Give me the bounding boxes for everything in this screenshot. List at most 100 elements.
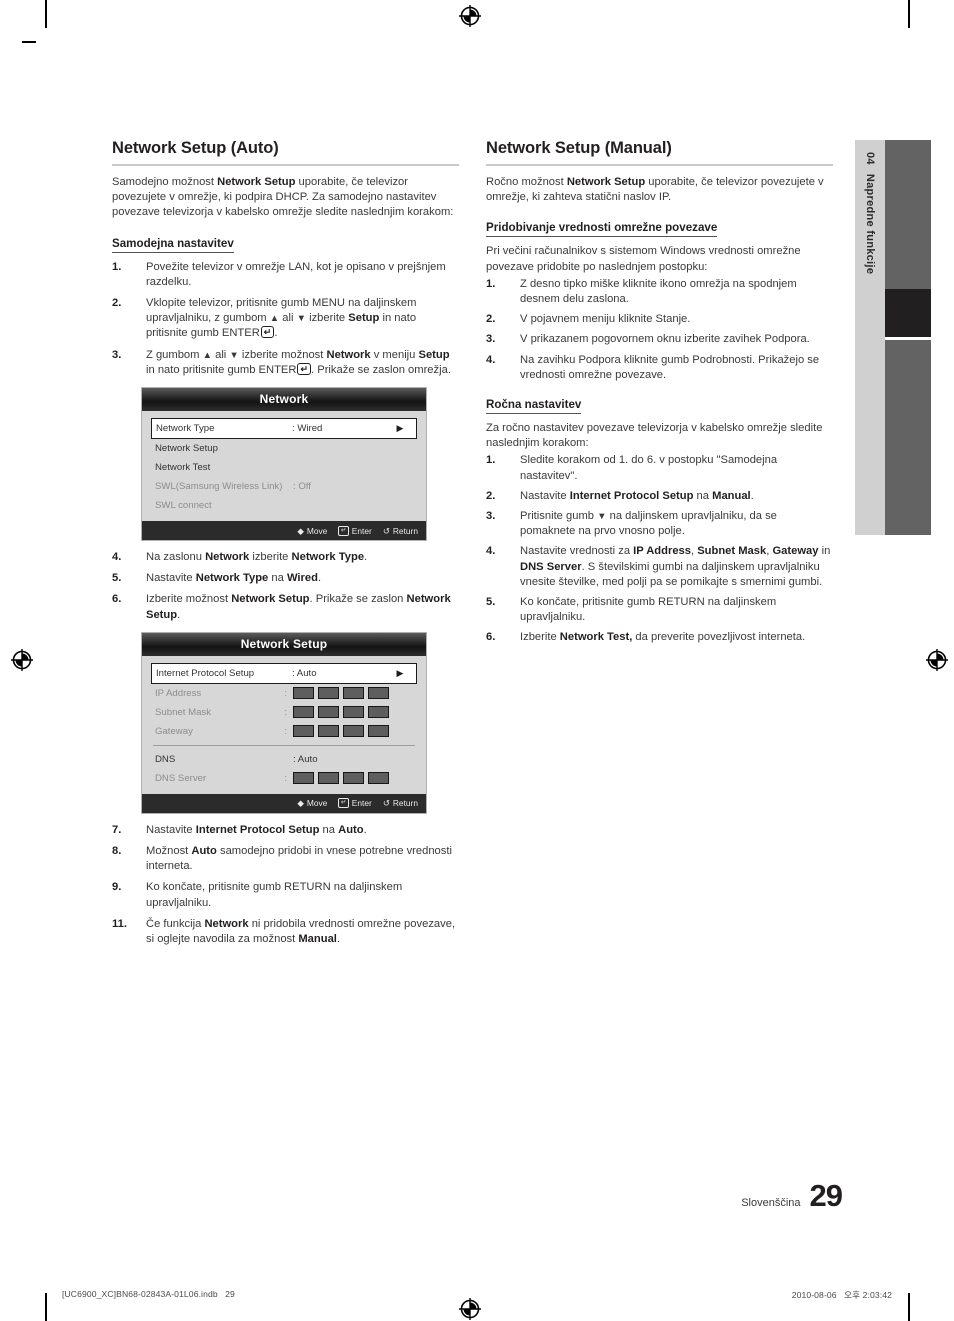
page-footer: Slovenščina 29: [741, 1178, 843, 1214]
osd-octet-box[interactable]: [368, 687, 389, 700]
step-text: Izberite Network Test, da preverite pove…: [520, 631, 806, 644]
step-item: 5. Ko končate, pritisnite gumb RETURN na …: [486, 595, 833, 625]
step-item: 9. Ko končate, pritisnite gumb RETURN na …: [112, 880, 459, 910]
osd-row-label: Internet Protocol Setup: [156, 667, 255, 679]
osd-row[interactable]: Subnet Mask: ▶: [151, 703, 417, 722]
osd-caret-icon: ▶: [396, 423, 404, 434]
move-arrows-icon: ◆: [297, 525, 304, 536]
right-subheading-1-wrap: Pridobivanje vrednosti omrežne povezave: [486, 218, 833, 239]
osd-octet-group[interactable]: :: [284, 725, 389, 738]
chapter-number: 04: [864, 152, 876, 165]
chapter-bar-segment-bottom: [885, 340, 931, 535]
step-text: Ko končate, pritisnite gumb RETURN na da…: [146, 881, 403, 909]
left-section-title: Network Setup (Auto): [112, 139, 279, 157]
osd-colon: :: [284, 725, 287, 737]
osd-octet-box[interactable]: [368, 772, 389, 785]
osd-row-label: Network Type: [156, 423, 215, 435]
step-item: 4. Nastavite vrednosti za IP Address, Sub…: [486, 544, 833, 590]
left-steps-4-6: 4. Na zaslonu Network izberite Network Ty…: [112, 550, 459, 623]
step-item: 5. Nastavite Network Type na Wired.: [112, 571, 459, 586]
osd-row[interactable]: Network Type: Wired ▶: [151, 418, 417, 440]
step-number: 9.: [112, 881, 122, 894]
osd-octet-box[interactable]: [293, 706, 314, 719]
osd-caret-icon: ▶: [389, 443, 413, 454]
osd-row[interactable]: Internet Protocol Setup: Auto ▶: [151, 662, 417, 684]
osd-row[interactable]: Network Setup ▶: [151, 439, 417, 458]
right-subheading-2-wrap: Ročna nastavitev: [486, 395, 833, 416]
chapter-tab: 04 Napredne funkcije: [855, 140, 885, 535]
osd-separator: [153, 744, 415, 746]
crop-mark-top-right-vertical: [908, 0, 910, 28]
step-number: 3.: [486, 333, 496, 346]
osd-caret-icon: ▶: [389, 726, 413, 737]
chapter-bar-segment-active: [885, 289, 931, 337]
osd-row-label: Network Setup: [155, 443, 218, 455]
osd-octet-box[interactable]: [318, 725, 339, 738]
registration-mark-bottom: [459, 1298, 481, 1320]
osd-row-value: : Off: [293, 481, 311, 493]
osd-octet-box[interactable]: [368, 725, 389, 738]
osd-octet-box[interactable]: [318, 687, 339, 700]
osd-row[interactable]: SWL(Samsung Wireless Link): Off ▶: [151, 477, 417, 496]
step-number: 2.: [112, 297, 122, 310]
osd-row-label: DNS Server: [155, 772, 207, 784]
osd-octet-box[interactable]: [368, 706, 389, 719]
step-item: 6. Izberite možnost Network Setup. Prikaž…: [112, 592, 459, 622]
step-item: 4. Na zavihku Podpora kliknite gumb Podro…: [486, 353, 833, 383]
osd-network-setup-rows: Internet Protocol Setup: Auto ▶ IP Address…: [142, 656, 426, 794]
osd-row[interactable]: DNS: Auto ▶: [151, 750, 417, 769]
osd-octet-box[interactable]: [318, 706, 339, 719]
right-steps-a: 1. Z desno tipko miške kliknite ikono omr…: [486, 277, 833, 383]
osd-octet-box[interactable]: [343, 706, 364, 719]
osd-octet-group[interactable]: :: [284, 772, 389, 785]
osd-octet-box[interactable]: [343, 725, 364, 738]
step-number: 1.: [112, 260, 122, 273]
step-item: 8. Možnost Auto samodejno pridobi in vnes…: [112, 844, 459, 874]
step-text: Če funkcija Network ni pridobila vrednos…: [146, 917, 456, 946]
step-text: Vklopite televizor, pritisnite gumb MENU…: [146, 297, 417, 340]
step-number: 3.: [112, 348, 122, 361]
right-intro-paragraph: Ročno možnost Network Setup uporabite, č…: [486, 176, 824, 204]
osd-row[interactable]: SWL connect ▶: [151, 496, 417, 515]
osd-octet-box[interactable]: [318, 772, 339, 785]
osd-colon: :: [284, 687, 287, 699]
osd-octet-box[interactable]: [293, 687, 314, 700]
step-item: 4. Na zaslonu Network izberite Network Ty…: [112, 550, 459, 565]
osd-row[interactable]: IP Address: ▶: [151, 684, 417, 703]
osd-network-setup-menu: Network Setup Internet Protocol Setup: A…: [141, 631, 427, 814]
step-number: 6.: [112, 593, 122, 606]
osd-return-hint: ↺ Return: [382, 798, 418, 809]
print-footer-timestamp: 2010-08-06 오후 2:03:42: [791, 1290, 892, 1300]
osd-caret-icon: ▶: [389, 500, 413, 511]
step-number: 3.: [486, 510, 496, 523]
step-number: 7.: [112, 823, 122, 836]
step-number: 2.: [486, 313, 496, 326]
crop-mark-bottom-left-vertical: [45, 1293, 47, 1321]
return-arrow-icon: ↺: [382, 525, 390, 536]
step-text: V prikazanem pogovornem oknu izberite za…: [520, 333, 810, 346]
osd-move-hint: ◆ Move: [297, 525, 328, 536]
step-number: 1.: [486, 277, 496, 290]
osd-caret-icon: ▶: [389, 707, 413, 718]
step-number: 4.: [486, 353, 496, 366]
crop-mark-top-left-horizontal: [22, 41, 36, 43]
osd-octet-box[interactable]: [343, 687, 364, 700]
osd-row-label: SWL(Samsung Wireless Link): [155, 481, 283, 493]
step-text: Nastavite vrednosti za IP Address, Subne…: [520, 545, 831, 588]
osd-row[interactable]: Network Test ▶: [151, 458, 417, 477]
osd-row-value: : Auto: [293, 753, 318, 765]
osd-row-label: Gateway: [155, 725, 193, 737]
step-item: 2. Vklopite televizor, pritisnite gumb ME…: [112, 296, 459, 342]
osd-octet-box[interactable]: [293, 772, 314, 785]
osd-octet-box[interactable]: [343, 772, 364, 785]
step-text: Možnost Auto samodejno pridobi in vnese …: [146, 845, 452, 873]
move-arrows-icon: ◆: [297, 798, 304, 809]
osd-octet-group[interactable]: :: [284, 687, 389, 700]
step-item: 3. V prikazanem pogovornem oknu izberite …: [486, 332, 833, 347]
osd-octet-box[interactable]: [293, 725, 314, 738]
osd-row[interactable]: Gateway: ▶: [151, 722, 417, 741]
left-intro-paragraph: Samodejno možnost Network Setup uporabit…: [112, 176, 454, 219]
osd-row[interactable]: DNS Server: ▶: [151, 769, 417, 788]
osd-enter-hint: ↵ Enter: [338, 525, 372, 536]
osd-octet-group[interactable]: :: [284, 706, 389, 719]
